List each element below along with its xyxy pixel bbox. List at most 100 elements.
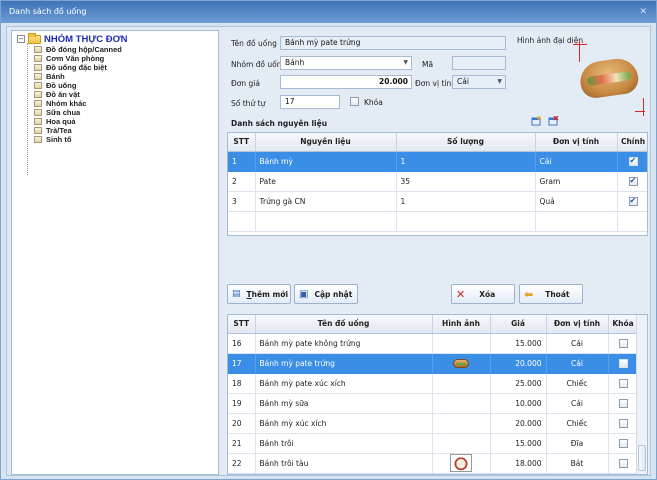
item-row[interactable]: 16 Bánh mỳ pate không trứng 15.000 Cái [228,333,639,354]
item-row[interactable]: 19 Bánh mỳ sữa 10.000 Cái [228,393,639,414]
item-row[interactable]: 17 Bánh mỳ pate trứng 20.000 Cái [228,353,639,374]
tree-item-label: Hoa quả [46,117,76,126]
tree-item[interactable]: Nhóm khác [34,99,122,108]
ingredients-column-header[interactable]: Chính [617,133,647,152]
lock-checkbox[interactable] [618,418,628,428]
document-icon [34,127,42,134]
items-column-header[interactable]: Tên đồ uống [255,315,433,334]
tree-item-label: Sữa chua [46,108,81,117]
pizza-thumbnail [450,474,472,475]
ingredient-name[interactable]: Pate [255,171,397,192]
tree-item[interactable]: Đồ đóng hộp/Canned [34,45,122,54]
item-row[interactable]: 18 Bánh mỳ pate xúc xích 25.000 Chiếc [228,373,639,394]
item-lock-cell [608,413,639,434]
menu-group-tree[interactable]: − NHÓM THỰC ĐƠN Đồ đóng hộp/Canned Cơm Vă… [11,30,219,475]
ingredient-qty[interactable]: 35 [396,171,536,192]
unit-select[interactable]: Cái ▼ [452,75,506,89]
main-checkbox[interactable] [628,196,638,206]
remove-ingredient-icon[interactable] [548,116,559,126]
ingredient-unit[interactable]: Quả [535,191,618,212]
lock-checkbox[interactable] [618,438,628,448]
ingredients-column-header[interactable]: Đơn vị tính [535,133,618,152]
items-column-header[interactable]: STT [228,315,256,334]
tree-item[interactable]: Đồ uống [34,81,122,90]
collapse-icon[interactable]: − [17,35,25,43]
item-price: 15.000 [490,433,547,454]
lock-checkbox[interactable] [618,338,628,348]
empty-cell [255,211,397,232]
item-image-cell [432,413,491,434]
folder-icon [28,32,41,44]
tree-item[interactable]: Trà/Tea [34,126,122,135]
ingredients-section-label: Danh sách nguyên liệu [231,119,328,128]
ingredient-row[interactable]: 3 Trứng gà CN 1 Quả [228,191,647,212]
ingredient-unit[interactable]: Gram [535,171,618,192]
ingredient-row[interactable]: 2 Pate 35 Gram [228,171,647,192]
main-checkbox[interactable] [628,156,638,166]
ingredients-column-header[interactable]: STT [228,133,256,152]
group-select[interactable]: Bánh ▼ [280,56,412,70]
delete-button[interactable]: ✕ Xóa [451,284,515,304]
ingredient-name[interactable]: Bánh mỳ [255,151,397,172]
item-row[interactable]: 22 Bánh trôi tàu 18.000 Bát [228,453,639,474]
items-column-header[interactable]: Giá [490,315,547,334]
item-stt: 21 [228,433,256,454]
items-scrollbar[interactable] [636,315,647,474]
ingredient-qty[interactable]: 1 [396,151,536,172]
lock-checkbox[interactable] [618,458,628,468]
document-icon [34,55,42,62]
ingredient-row[interactable]: 1 Bánh mỳ 1 Cái [228,151,647,172]
document-icon [34,118,42,125]
order-field[interactable]: 17 [280,95,340,109]
title-bar: Danh sách đồ uống ✕ [1,1,656,23]
tree-root[interactable]: − NHÓM THỰC ĐƠN [17,32,128,45]
items-column-header[interactable]: Hình ảnh [432,315,491,334]
tree-connector [27,43,28,175]
ingredient-qty[interactable]: 1 [396,191,536,212]
items-column-header[interactable]: Đơn vị tính [546,315,609,334]
lock-checkbox[interactable] [618,358,628,368]
tree-item[interactable]: Cơm Văn phòng [34,54,122,63]
item-stt: 23 [228,473,256,474]
add-ingredient-icon[interactable] [531,116,542,126]
ingredients-column-header[interactable]: Số lượng [396,133,536,152]
add-new-button[interactable]: ▤ Thêm mới [227,284,291,304]
main-window: Danh sách đồ uống ✕ − NHÓM THỰC ĐƠN Đồ đ… [0,0,657,480]
item-row[interactable]: 21 Bánh trôi 15.000 Đĩa [228,433,639,454]
item-image[interactable] [573,40,645,118]
lock-checkbox[interactable] [350,97,359,106]
ingredients-column-header[interactable]: Nguyên liệu [255,133,397,152]
name-field[interactable]: Bánh mỳ pate trứng [280,36,506,50]
tree-item[interactable]: Sữa chua [34,108,122,117]
tree-item-label: Trà/Tea [46,126,72,135]
document-icon [34,64,42,71]
exit-button[interactable]: ⬅ Thoát [519,284,583,304]
items-column-header[interactable]: Khóa [608,315,639,334]
ingredients-grid[interactable]: STT Nguyên liệu Số lượng Đơn vị tính Chính 1… [227,132,648,236]
close-icon[interactable]: ✕ [639,1,647,23]
ingredient-main-cell [617,151,647,172]
item-lock-cell [608,373,639,394]
tree-item[interactable]: Đồ uống đặc biệt [34,63,122,72]
item-row[interactable]: 20 Bánh mỳ xúc xích 20.000 Chiếc [228,413,639,434]
update-button[interactable]: ▣ Cập nhật [294,284,358,304]
tree-item[interactable]: Đồ ăn vặt [34,90,122,99]
lock-checkbox[interactable] [618,378,628,388]
item-stt: 16 [228,333,256,354]
tree-item[interactable]: Hoa quả [34,117,122,126]
price-field[interactable]: 20.000 [280,75,412,89]
code-field[interactable] [452,56,506,70]
ingredient-unit[interactable]: Cái [535,151,618,172]
ingredient-name[interactable]: Trứng gà CN [255,191,397,212]
scroll-thumb[interactable] [638,445,646,471]
window-title: Danh sách đồ uống [9,7,87,16]
tree-item[interactable]: Sinh tố [34,135,122,144]
tree-item-label: Đồ đóng hộp/Canned [46,45,122,54]
items-grid[interactable]: STT Tên đồ uống Hình ảnh Giá Đơn vị tính Khóa… [227,314,648,475]
item-row[interactable]: 23Pizza 120.000Cái [228,473,639,475]
item-price: 20.000 [490,413,547,434]
item-unit: Chiếc [546,373,609,394]
tree-item[interactable]: Bánh [34,72,122,81]
main-checkbox[interactable] [628,176,638,186]
lock-checkbox[interactable] [618,398,628,408]
